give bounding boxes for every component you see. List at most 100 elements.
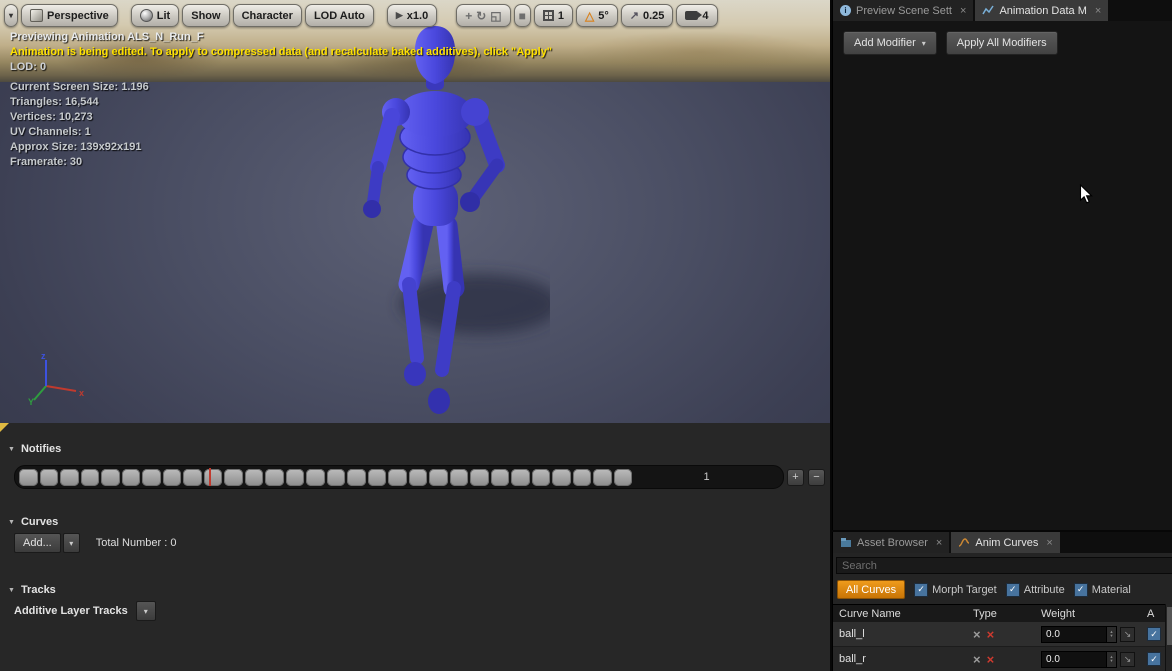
checkbox-checked-icon[interactable]: ✓ [914,583,928,597]
grid-snap-button[interactable]: 1 [534,4,573,27]
notify-track-cell[interactable] [450,469,469,486]
notify-track-cell[interactable] [245,469,264,486]
add-curve-dropdown[interactable]: ▾ [63,533,80,553]
add-modifier-button[interactable]: Add Modifier ▾ [843,31,937,55]
notify-track-cell[interactable] [327,469,346,486]
notify-track-cell[interactable] [40,469,59,486]
close-icon[interactable]: × [960,5,966,17]
tab-animation-data-modifiers[interactable]: Animation Data M × [975,0,1108,21]
notify-track-cell[interactable] [122,469,141,486]
header-curve-name[interactable]: Curve Name [833,608,973,620]
notify-track-cell[interactable] [60,469,79,486]
camera-speed-button[interactable]: 4 [676,4,717,27]
playhead[interactable] [209,468,211,486]
checkbox-checked-icon[interactable]: ✓ [1074,583,1088,597]
weight-spinbox[interactable]: 0.0 ▲ ▼ [1041,651,1117,668]
tracks-section-header[interactable]: ▼ Tracks [8,584,56,596]
notify-track-cell[interactable] [224,469,243,486]
curve-delete-icon[interactable]: × [987,652,995,667]
additive-layer-tracks-dropdown[interactable]: ▾ [136,601,156,621]
curve-table-row[interactable]: ball_r × × 0.0 ▲ ▼ ↘ ✓ [833,647,1166,671]
lod-auto-button[interactable]: LOD Auto [305,4,374,27]
rotate-tool-icon[interactable]: ↻ [476,9,486,23]
spin-down-icon[interactable]: ▼ [1110,659,1114,663]
notify-track-cell[interactable] [265,469,284,486]
expand-curve-button[interactable]: ↘ [1120,652,1135,667]
viewport-options-dropdown[interactable]: ▾ [4,4,18,27]
lit-mode-button[interactable]: Lit [131,4,179,27]
notify-track-cell[interactable] [552,469,571,486]
notify-track-cell[interactable] [409,469,428,486]
remove-notify-track-button[interactable]: − [808,469,825,486]
curve-delete-icon[interactable]: × [987,627,995,642]
character-button[interactable]: Character [233,4,302,27]
tab-anim-curves[interactable]: Anim Curves × [951,532,1059,553]
weight-value[interactable]: 0.0 [1042,654,1106,665]
attribute-filter[interactable]: ✓ Attribute [1006,583,1065,597]
curve-table-scrollbar[interactable] [1165,604,1172,671]
notify-track-cell[interactable] [19,469,38,486]
transform-tools-group[interactable]: + ↻ ◱ [456,4,510,27]
notify-track-cell[interactable] [204,469,223,486]
preview-viewport[interactable]: x Y z Previewing Animation ALS_N_Run_F A… [0,0,830,425]
notify-track-cell[interactable] [573,469,592,486]
spinner-arrows[interactable]: ▲ ▼ [1106,627,1116,642]
material-filter[interactable]: ✓ Material [1074,583,1131,597]
morph-target-filter[interactable]: ✓ Morph Target [914,583,997,597]
splitter-corner-marker[interactable] [0,423,9,432]
header-type[interactable]: Type [973,608,1041,620]
curve-name[interactable]: ball_l [833,628,973,640]
close-icon[interactable]: × [1095,5,1101,17]
tab-asset-browser[interactable]: Asset Browser × [833,532,949,553]
weight-spinbox[interactable]: 0.0 ▲ ▼ [1041,626,1117,643]
scale-tool-icon[interactable]: ◱ [490,9,501,23]
curve-type-cross-icon[interactable]: × [973,627,981,642]
show-button[interactable]: Show [182,4,229,27]
notify-track-cell[interactable] [347,469,366,486]
notify-track-cell[interactable] [142,469,161,486]
curve-search-input[interactable] [836,557,1172,574]
curve-type-cross-icon[interactable]: × [973,652,981,667]
perspective-button[interactable]: Perspective [21,4,118,27]
apply-all-modifiers-button[interactable]: Apply All Modifiers [946,31,1058,55]
add-notify-track-button[interactable]: + [787,469,804,486]
spinner-arrows[interactable]: ▲ ▼ [1106,652,1116,667]
notifies-section-header[interactable]: ▼ Notifies [8,443,61,455]
auto-checkbox-checked[interactable]: ✓ [1147,652,1161,666]
notify-track-cell[interactable] [101,469,120,486]
header-weight[interactable]: Weight [1041,608,1147,620]
playback-speed-button[interactable]: ▶ x1.0 [387,4,437,27]
curve-name[interactable]: ball_r [833,653,973,665]
notify-track-cell[interactable] [306,469,325,486]
notify-track-cell[interactable] [81,469,100,486]
notify-track-cell[interactable] [532,469,551,486]
close-icon[interactable]: × [936,537,942,549]
all-curves-filter-button[interactable]: All Curves [837,580,905,599]
notify-track-cell[interactable] [183,469,202,486]
spin-down-icon[interactable]: ▼ [1110,634,1114,638]
close-icon[interactable]: × [1046,537,1052,549]
notify-track-cell[interactable] [470,469,489,486]
curve-table-row[interactable]: ball_l × × 0.0 ▲ ▼ ↘ ✓ [833,622,1166,647]
notify-track-cell[interactable] [163,469,182,486]
header-auto[interactable]: A [1147,608,1166,620]
expand-curve-button[interactable]: ↘ [1120,627,1135,642]
notify-track-cell[interactable] [429,469,448,486]
viewport-axis-gizmo[interactable]: x Y z [24,350,88,406]
notify-track-cell[interactable] [614,469,633,486]
notify-track-cell[interactable] [368,469,387,486]
notify-track-cell[interactable] [593,469,612,486]
tab-preview-scene-settings[interactable]: i Preview Scene Sett × [833,0,973,21]
notify-track-cell[interactable] [511,469,530,486]
checkbox-checked-icon[interactable]: ✓ [1006,583,1020,597]
translate-tool-icon[interactable]: + [465,9,472,23]
notify-track-cell[interactable] [491,469,510,486]
notify-track-cell[interactable] [286,469,305,486]
curves-section-header[interactable]: ▼ Curves [8,516,58,528]
notify-track[interactable]: 1 [14,465,784,489]
coordinate-space-button[interactable]: ■ [514,4,531,27]
rotation-snap-button[interactable]: △ 5° [576,4,618,27]
scale-snap-button[interactable]: ↗ 0.25 [621,4,674,27]
notify-track-cell[interactable] [388,469,407,486]
weight-value[interactable]: 0.0 [1042,629,1106,640]
